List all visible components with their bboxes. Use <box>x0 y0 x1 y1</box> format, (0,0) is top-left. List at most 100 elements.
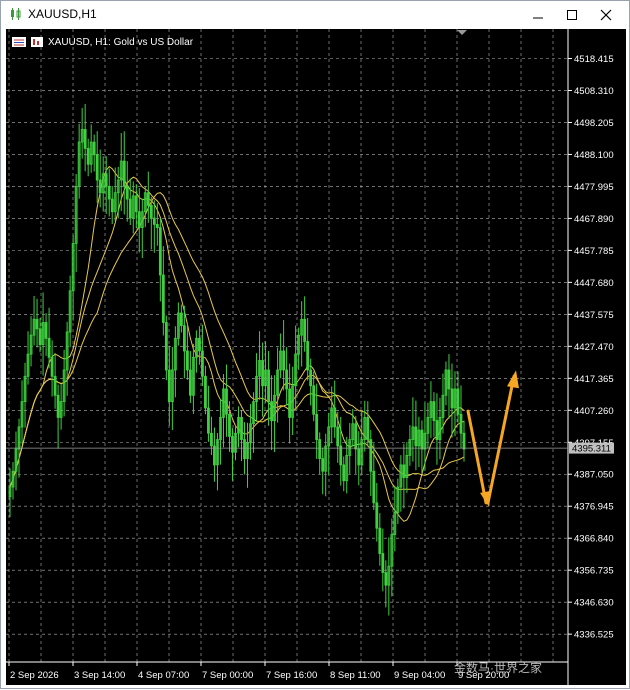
candle-body <box>210 432 213 447</box>
candle-body <box>375 502 379 529</box>
time-tick-label: 8 Sep 11:00 <box>330 670 381 681</box>
price-tick-label: 4356.735 <box>574 566 614 577</box>
candle-body <box>231 436 234 453</box>
candle-body <box>261 360 264 387</box>
minimize-button[interactable] <box>521 1 555 29</box>
close-button[interactable] <box>589 1 623 29</box>
candle-body <box>378 527 382 554</box>
moving-average-line <box>9 192 465 488</box>
candle-body <box>447 369 451 390</box>
price-tick-label: 4427.470 <box>574 342 614 353</box>
candle-body <box>321 458 325 472</box>
chart-canvas[interactable]: 4518.415 4508.310 4498.205 4488.100 4477.995… <box>6 29 626 685</box>
candle-body <box>158 227 162 276</box>
candle-body <box>128 198 132 219</box>
minimize-icon <box>533 17 543 19</box>
candle-body <box>125 186 129 200</box>
price-tick-label: 4467.890 <box>574 214 614 225</box>
candle-body <box>86 148 90 165</box>
current-price-label: 4395.311 <box>572 444 611 455</box>
candle-body <box>122 160 126 187</box>
candle-body <box>149 204 153 219</box>
candle-body <box>110 198 114 213</box>
candle-body <box>35 318 39 330</box>
candle-body <box>357 448 361 466</box>
candle-body <box>146 192 150 206</box>
watermark: 金数马·世界之家 <box>454 660 542 675</box>
candle-body <box>372 470 376 504</box>
candle-body <box>315 413 319 440</box>
maximize-button[interactable] <box>555 1 589 29</box>
price-chart[interactable]: 4518.415 4508.310 4498.205 4488.100 4477.995… <box>6 29 626 685</box>
price-tick-label: 4437.575 <box>574 310 614 321</box>
time-tick-label: 7 Sep 00:00 <box>202 670 253 681</box>
candle-body <box>342 464 346 482</box>
up-arrow <box>486 374 516 505</box>
price-tick-label: 4376.945 <box>574 502 614 513</box>
candle-body <box>450 388 454 409</box>
candle-body <box>267 369 270 403</box>
chart-symbol-label: XAUUSD, H1: Gold vs US Dollar <box>48 37 194 48</box>
candle-body <box>179 312 183 327</box>
candle-body <box>228 413 231 437</box>
current-price-marker: 4395.311 <box>6 442 614 455</box>
window-title: XAUUSD,H1 <box>28 7 97 21</box>
candle-body <box>137 211 141 228</box>
price-tick-label: 4336.525 <box>574 630 614 641</box>
close-icon <box>600 9 612 21</box>
time-axis-labels: 2 Sep 2026 3 Sep 14:00 4 Sep 07:00 7 Sep 00… <box>8 662 509 681</box>
price-tick-label: 4518.415 <box>574 54 614 65</box>
price-tick-label: 4457.785 <box>574 246 614 257</box>
candle-body <box>83 129 87 149</box>
candle-body <box>213 445 216 466</box>
candle-body <box>204 375 207 409</box>
candle-body <box>354 423 358 450</box>
candle-body <box>459 413 463 434</box>
candle-body <box>414 426 418 447</box>
price-tick-label: 4447.680 <box>574 278 614 289</box>
candle-body <box>155 223 159 228</box>
candle-body <box>384 572 388 586</box>
chart-header: XAUUSD, H1: Gold vs US Dollar <box>12 37 194 48</box>
price-tick-label: 4346.630 <box>574 598 614 609</box>
candle-body <box>56 394 60 418</box>
price-tick-label: 4417.365 <box>574 374 614 385</box>
candle-body <box>366 417 370 440</box>
up-arrow-head <box>507 370 519 389</box>
price-axis-labels: 4518.415 4508.310 4498.205 4488.100 4477.995… <box>568 54 614 641</box>
maximize-icon <box>567 10 577 20</box>
candle-body <box>333 407 337 428</box>
candle-body <box>282 350 286 371</box>
time-tick-label: 9 Sep 04:00 <box>394 670 445 681</box>
candle-body <box>462 432 466 450</box>
chart-window: XAUUSD,H1 4518.415 4508.310 4498.205 4488.1… <box>0 0 630 689</box>
candle-body <box>240 417 243 440</box>
price-tick-label: 4488.100 <box>574 150 614 161</box>
window-titlebar[interactable]: XAUUSD,H1 <box>1 1 629 29</box>
price-tick-label: 4387.050 <box>574 470 614 481</box>
chart-grid <box>6 29 568 662</box>
candle-body <box>432 401 436 421</box>
symbol-bars-icon <box>31 37 43 47</box>
candle-body <box>50 356 54 377</box>
price-tick-label: 4407.260 <box>574 406 614 417</box>
candle-body <box>285 369 289 390</box>
candle-body <box>95 154 99 181</box>
time-tick-label: 7 Sep 16:00 <box>266 670 317 681</box>
candle-body <box>312 385 316 415</box>
candle-body <box>98 179 102 194</box>
candle-body <box>318 439 322 459</box>
candle-body <box>38 328 42 346</box>
price-tick-label: 4498.205 <box>574 118 614 129</box>
candle-body <box>167 369 171 403</box>
candle-body <box>435 420 439 440</box>
candle-body <box>164 322 168 371</box>
window-list-icon <box>12 37 26 47</box>
candle-body <box>152 217 156 225</box>
moving-average-line <box>9 176 465 490</box>
candle-body <box>303 318 307 342</box>
time-tick-label: 4 Sep 07:00 <box>138 670 189 681</box>
candle-body <box>104 173 108 187</box>
candle-body <box>161 274 165 323</box>
candle-body <box>339 445 343 466</box>
